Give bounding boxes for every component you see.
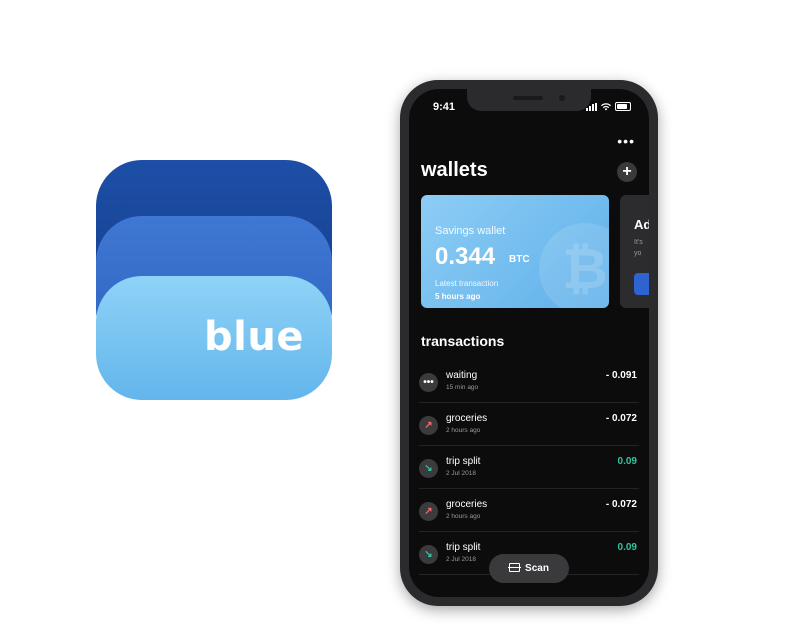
transaction-name: groceries [446,499,488,510]
scan-icon [508,563,522,572]
add-wallet-button[interactable]: + [617,162,637,182]
transaction-amount: - 0.091 [605,370,637,381]
wifi-icon [601,102,611,110]
second-card-title: Ad [634,217,649,232]
transaction-name: trip split [446,542,481,553]
transaction-row[interactable]: ↗ groceries 2 hours ago - 0.072 [419,404,639,446]
second-wallet-card[interactable]: Ad It's yo [620,195,649,308]
wallet-unit: BTC [509,254,530,265]
phone-screen: 9:41 ••• wallets + ₿ Savings wallet 0.34… [409,89,649,597]
transaction-amount: 0.09 [617,456,637,467]
transaction-amount: 0.09 [617,542,637,553]
page-title: wallets [421,159,488,181]
outgoing-arrow-icon: ↗ [419,502,438,521]
more-options-button[interactable]: ••• [617,134,635,148]
transaction-time: 2 hours ago [446,513,481,520]
camera [559,95,565,101]
speaker [513,96,543,100]
wallet-label: Savings wallet [435,225,506,237]
incoming-arrow-icon: ↘ [419,545,438,564]
battery-icon [615,102,631,111]
signal-icon [586,102,597,111]
transaction-amount: - 0.072 [605,499,637,510]
latest-transaction-time: 5 hours ago [435,292,481,301]
transactions-title: transactions [421,333,505,349]
transaction-row[interactable]: ••• waiting 15 min ago - 0.091 [419,361,639,403]
transaction-name: groceries [446,413,488,424]
wallet-card[interactable]: ₿ Savings wallet 0.344 BTC Latest transa… [421,195,609,308]
incoming-arrow-icon: ↘ [419,459,438,478]
second-card-text: It's [634,239,643,246]
status-time: 9:41 [433,101,456,113]
app-icon: blue [96,160,332,400]
transaction-time: 2 Jul 2018 [446,470,476,477]
second-card-text: yo [634,250,642,257]
notch [467,89,591,111]
bitcoin-icon: ₿ [539,223,609,308]
transaction-name: trip split [446,456,481,467]
second-card-button[interactable] [634,273,649,295]
scan-button[interactable]: Scan [489,554,569,583]
transaction-time: 2 hours ago [446,427,481,434]
transaction-time: 2 Jul 2018 [446,556,476,563]
transaction-list: ••• waiting 15 min ago - 0.091 ↗ groceri… [419,361,639,576]
transaction-amount: - 0.072 [605,413,637,424]
transaction-name: waiting [446,370,478,381]
transaction-time: 15 min ago [446,384,479,391]
transaction-row[interactable]: ↗ groceries 2 hours ago - 0.072 [419,490,639,532]
wallet-balance: 0.344 [435,243,496,270]
phone-frame: 9:41 ••• wallets + ₿ Savings wallet 0.34… [400,80,658,606]
outgoing-arrow-icon: ↗ [419,416,438,435]
pending-icon: ••• [419,373,438,392]
transaction-row[interactable]: ↘ trip split 2 Jul 2018 0.09 [419,447,639,489]
app-wordmark: blue [204,314,304,360]
latest-transaction-label: Latest transaction [435,279,499,288]
scan-label: Scan [525,563,549,574]
status-icons [586,102,631,111]
